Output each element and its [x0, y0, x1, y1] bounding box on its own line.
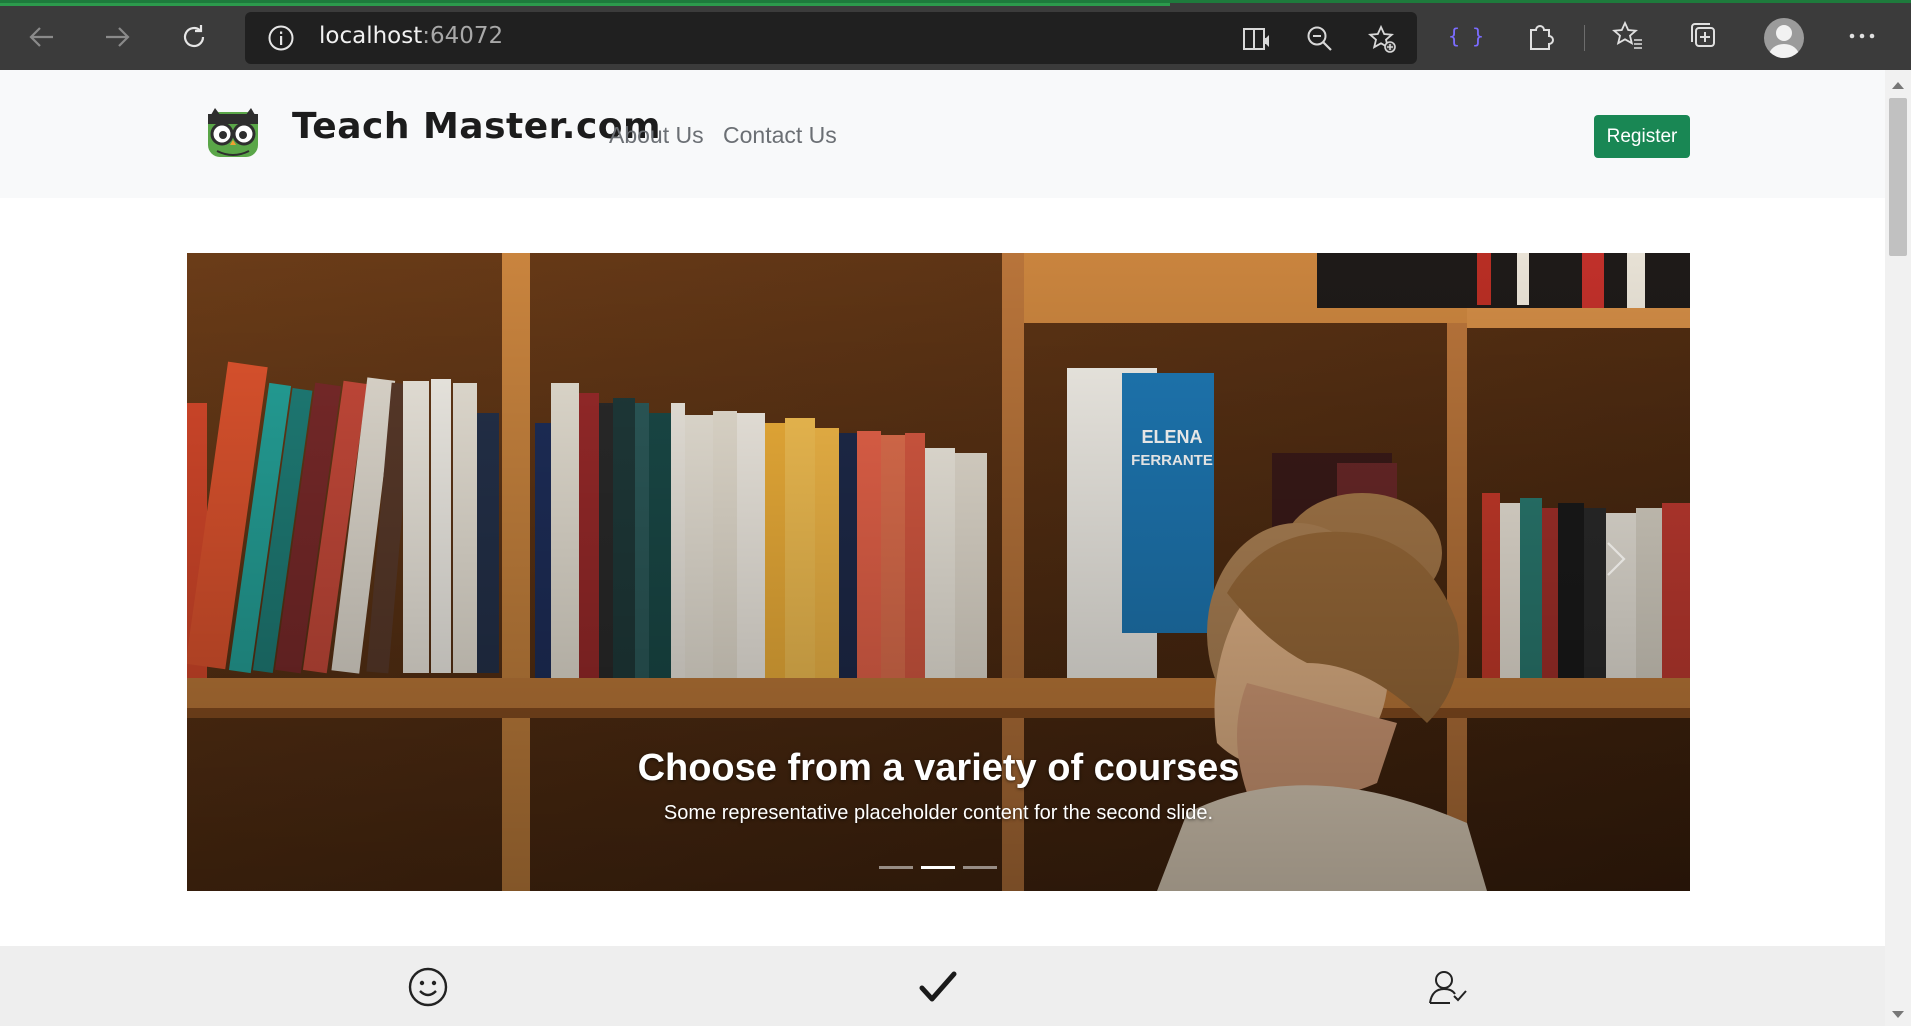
toolbar-divider: [1584, 25, 1585, 51]
owl-logo-icon[interactable]: [205, 104, 261, 160]
hero-carousel: ELENA FERRANTE: [187, 253, 1690, 891]
carousel-indicator-2[interactable]: [921, 866, 955, 869]
add-favorite-icon[interactable]: [1367, 24, 1397, 54]
address-bar[interactable]: localhost:64072: [245, 12, 1417, 64]
scroll-down-icon[interactable]: [1892, 1011, 1904, 1018]
more-icon[interactable]: [1844, 18, 1880, 54]
info-icon[interactable]: [267, 24, 295, 52]
browser-toolbar: localhost:64072 { }: [0, 0, 1911, 70]
carousel-indicators: [879, 866, 997, 869]
back-icon[interactable]: [22, 17, 62, 57]
loading-progress: [0, 3, 1170, 6]
chevron-right-icon: [1607, 542, 1626, 576]
scrollbar-thumb[interactable]: [1889, 98, 1907, 256]
brand-name[interactable]: Teach Master.com: [292, 106, 661, 147]
nav-link-contact[interactable]: Contact Us: [723, 122, 837, 149]
svg-text:{ }: { }: [1448, 24, 1484, 48]
url-text[interactable]: localhost:64072: [319, 23, 503, 49]
forward-icon[interactable]: [97, 17, 137, 57]
refresh-icon[interactable]: [174, 17, 214, 57]
profile-icon[interactable]: [1764, 18, 1804, 58]
nav-link-about[interactable]: About Us: [609, 122, 704, 149]
scroll-up-icon[interactable]: [1892, 82, 1904, 89]
extensions-icon[interactable]: [1523, 18, 1559, 54]
carousel-indicator-3[interactable]: [963, 866, 997, 869]
devtools-extension-icon[interactable]: { }: [1448, 18, 1484, 54]
carousel-title: Choose from a variety of courses: [637, 747, 1240, 789]
page-scrollbar[interactable]: [1885, 70, 1911, 1026]
checkmark-icon: [919, 971, 957, 1002]
person-check-icon: [1429, 971, 1467, 1004]
carousel-indicator-1[interactable]: [879, 866, 913, 869]
carousel-caption: Choose from a variety of courses Some re…: [187, 747, 1690, 825]
carousel-next-button[interactable]: [1542, 489, 1690, 629]
carousel-subtitle: Some representative placeholder content …: [663, 802, 1214, 824]
site-navbar: Teach Master.com About Us Contact Us Reg…: [0, 70, 1885, 198]
url-port: :64072: [422, 23, 504, 49]
favorites-icon[interactable]: [1609, 18, 1645, 54]
collections-icon[interactable]: [1686, 18, 1722, 54]
smile-icon: [408, 967, 448, 1007]
features-band: [0, 946, 1885, 1026]
zoom-out-icon[interactable]: [1305, 24, 1335, 54]
web-page: Teach Master.com About Us Contact Us Reg…: [0, 70, 1885, 1026]
immersive-reader-icon[interactable]: [1241, 24, 1271, 54]
url-host: localhost: [319, 23, 423, 49]
register-button[interactable]: Register: [1594, 115, 1690, 158]
